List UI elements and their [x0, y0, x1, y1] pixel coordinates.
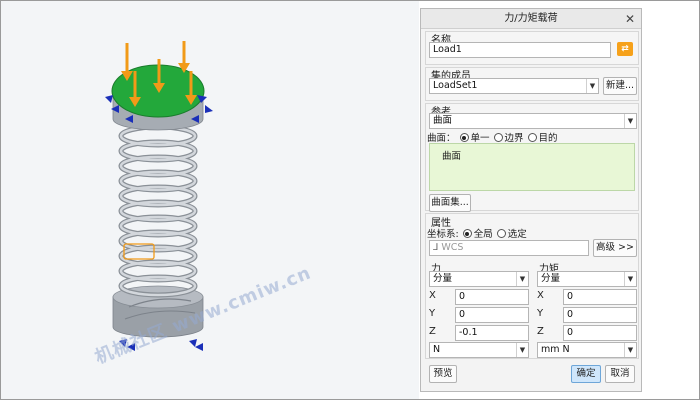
- moment-z-input[interactable]: 0: [563, 325, 637, 341]
- csys-icon: ⅃: [433, 242, 439, 253]
- chevron-down-icon[interactable]: ▼: [516, 343, 528, 357]
- model-viewport[interactable]: 机械社区 www.cmiw.cn: [1, 1, 419, 399]
- dialog-title: 力/力矩载荷: [421, 9, 641, 29]
- new-button[interactable]: 新建...: [603, 77, 637, 95]
- moment-mode-select[interactable]: 分量 ▼: [537, 271, 637, 287]
- reference-value: 曲面: [433, 115, 453, 126]
- radio-selected[interactable]: [496, 229, 506, 238]
- moment-mode-value: 分量: [541, 273, 561, 284]
- coord-system-row: 坐标系: 全局 选定: [427, 226, 527, 240]
- radio-selected-label: 选定: [507, 229, 527, 240]
- chevron-down-icon[interactable]: ▼: [624, 114, 636, 128]
- moment-unit-value: mm N: [541, 344, 570, 355]
- spring-coils[interactable]: [118, 124, 198, 298]
- swap-icon[interactable]: ⇄: [617, 42, 633, 56]
- wcs-field[interactable]: ⅃ WCS: [429, 240, 589, 256]
- radio-global[interactable]: [462, 229, 472, 238]
- radio-intent[interactable]: [527, 133, 537, 142]
- members-select[interactable]: LoadSet1 ▼: [429, 78, 599, 94]
- surface-collector[interactable]: 曲面: [429, 143, 635, 191]
- close-icon[interactable]: ✕: [625, 9, 635, 29]
- moment-unit-select[interactable]: mm N ▼: [537, 342, 637, 358]
- wcs-value: WCS: [441, 242, 464, 253]
- spring-model[interactable]: [1, 1, 419, 399]
- force-x-label: X: [429, 290, 436, 301]
- force-z-input[interactable]: -0.1: [455, 325, 529, 341]
- radio-global-label: 全局: [473, 229, 493, 240]
- chevron-down-icon[interactable]: ▼: [516, 272, 528, 286]
- moment-y-input[interactable]: 0: [563, 307, 637, 323]
- radio-single[interactable]: [459, 133, 469, 142]
- radio-boundary[interactable]: [493, 133, 503, 142]
- cancel-button[interactable]: 取消: [605, 365, 635, 383]
- collector-item[interactable]: 曲面: [442, 151, 461, 162]
- moment-z-label: Z: [537, 326, 544, 337]
- reference-select[interactable]: 曲面 ▼: [429, 113, 637, 129]
- force-unit-value: N: [433, 344, 441, 355]
- preview-button[interactable]: 预览: [429, 365, 457, 383]
- moment-x-input[interactable]: 0: [563, 289, 637, 305]
- force-unit-select[interactable]: N ▼: [429, 342, 529, 358]
- force-mode-value: 分量: [433, 273, 453, 284]
- force-z-label: Z: [429, 326, 436, 337]
- force-y-label: Y: [429, 308, 436, 319]
- chevron-down-icon[interactable]: ▼: [624, 272, 636, 286]
- chevron-down-icon[interactable]: ▼: [586, 79, 598, 93]
- coord-prefix: 坐标系:: [427, 229, 459, 240]
- name-input[interactable]: Load1: [429, 42, 611, 58]
- force-y-input[interactable]: 0: [455, 307, 529, 323]
- members-value: LoadSet1: [433, 80, 478, 91]
- chevron-down-icon[interactable]: ▼: [624, 343, 636, 357]
- surface-set-button[interactable]: 曲面集...: [429, 194, 471, 212]
- force-moment-load-dialog: 力/力矩载荷 ✕ 名称 Load1 ⇄ 集的成员 LoadSet1 ▼ 新建..…: [420, 8, 642, 392]
- ok-button[interactable]: 确定: [571, 365, 601, 383]
- surface-mode-row: 曲面： 单一 边界 目的: [427, 130, 558, 144]
- force-mode-select[interactable]: 分量 ▼: [429, 271, 529, 287]
- force-x-input[interactable]: 0: [455, 289, 529, 305]
- moment-y-label: Y: [537, 308, 544, 319]
- advanced-button[interactable]: 高级 >>: [593, 239, 637, 257]
- moment-x-label: X: [537, 290, 544, 301]
